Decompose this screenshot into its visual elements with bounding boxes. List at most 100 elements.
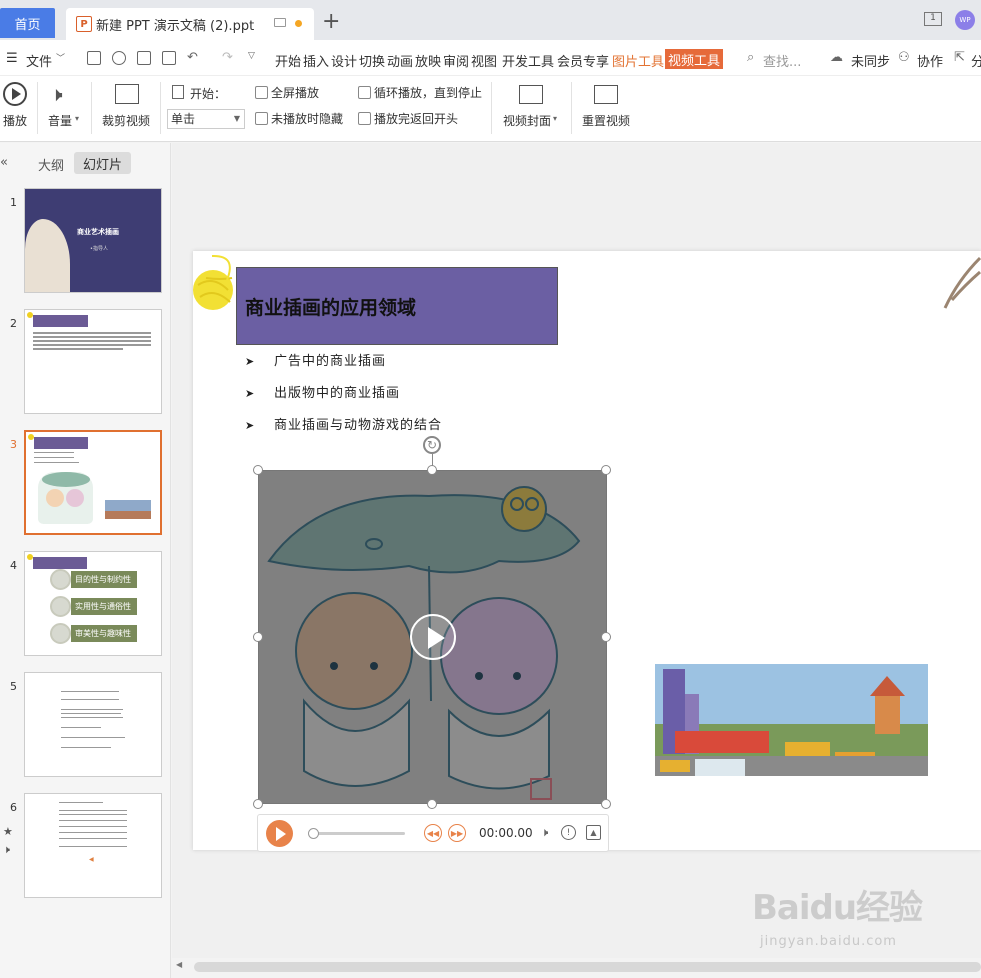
avatar[interactable]: WP (955, 10, 975, 30)
progress-track[interactable] (311, 832, 405, 835)
tab-outline[interactable]: 大纲 (38, 155, 64, 174)
resize-handle-n[interactable] (427, 465, 437, 475)
resize-handle-s[interactable] (427, 799, 437, 809)
menu-insert[interactable]: 插入 (303, 51, 329, 70)
slide-title-box[interactable]: 商业插画的应用领域 (236, 267, 558, 345)
rewind-label: 播放完返回开头 (374, 112, 459, 126)
volume-dropdown-icon[interactable]: ▾ (75, 114, 79, 123)
menu-start[interactable]: 开始 (275, 51, 301, 70)
audio-icon: 🕨 (3, 843, 10, 856)
text-line (59, 826, 127, 827)
bullet-item[interactable]: ➤ 商业插画与动物游戏的结合 (245, 414, 442, 433)
slide-number: 4 (10, 559, 17, 572)
play-icon[interactable] (3, 82, 27, 106)
menu-picture-tools[interactable]: 图片工具 (612, 51, 664, 70)
trim-video-button[interactable]: 裁剪视频 (102, 112, 150, 129)
user-add-icon[interactable]: ⚇ (898, 50, 910, 65)
slide-thumbnail-2[interactable] (24, 309, 162, 414)
menu-membership[interactable]: 会员专享 (557, 51, 609, 70)
video-play-overlay-icon[interactable] (410, 614, 456, 660)
cover-dropdown-icon[interactable]: ▾ (553, 114, 557, 123)
fullscreen-checkbox[interactable] (255, 86, 268, 99)
menu-video-tools[interactable]: 视频工具 (665, 49, 723, 69)
player-volume-icon[interactable]: 🕨 (537, 825, 552, 840)
menu-slideshow[interactable]: 放映 (415, 51, 441, 70)
progress-knob[interactable] (308, 828, 319, 839)
arrow-marker: ◀ (89, 856, 94, 863)
menu-design[interactable]: 设计 (331, 51, 357, 70)
info-icon[interactable]: ! (561, 825, 576, 840)
skip-forward-icon[interactable]: ▶▶ (448, 824, 466, 842)
search-icon[interactable]: ⌕ (747, 50, 754, 65)
volume-icon[interactable]: 🕨 (50, 82, 63, 106)
bullet-item[interactable]: ➤ 广告中的商业插画 (245, 350, 386, 369)
slide-thumbnail-4[interactable]: 目的性与制约性 实用性与通俗性 审美性与趣味性 (24, 551, 162, 656)
slide-thumbnail-3[interactable] (24, 430, 162, 535)
share-icon[interactable]: ⇱ (954, 50, 965, 65)
redo-icon[interactable]: ↷ (222, 50, 233, 65)
share-button[interactable]: 分 (971, 51, 981, 70)
text-line (59, 846, 127, 847)
resize-handle-nw[interactable] (253, 465, 263, 475)
player-play-button[interactable] (266, 820, 293, 847)
scroll-left-icon[interactable]: ◀ (176, 960, 182, 969)
text-line (59, 810, 127, 811)
hide-when-not-playing-checkbox[interactable] (255, 112, 268, 125)
start-trigger-select[interactable]: 单击 ▼ (167, 109, 245, 129)
resize-handle-se[interactable] (601, 799, 611, 809)
reset-video-icon[interactable] (594, 85, 618, 104)
tab-document[interactable]: P 新建 PPT 演示文稿 (2).ppt (66, 8, 314, 40)
format-painter-icon[interactable] (112, 51, 126, 65)
monitor-icon[interactable] (274, 18, 286, 27)
loop-checkbox[interactable] (358, 86, 371, 99)
skip-back-icon[interactable]: ◀◀ (424, 824, 442, 842)
collapse-panel-icon[interactable]: « (0, 155, 8, 170)
chevron-down-icon[interactable]: ﹀ (56, 51, 65, 64)
slide-thumbnail-6[interactable]: ◀ (24, 793, 162, 898)
menu-view[interactable]: 视图 (471, 51, 497, 70)
resize-handle-w[interactable] (253, 632, 263, 642)
hamburger-icon[interactable]: ☰ (6, 51, 18, 66)
resize-handle-ne[interactable] (601, 465, 611, 475)
reset-video-button[interactable]: 重置视频 (582, 112, 630, 129)
rewind-checkbox[interactable] (358, 112, 371, 125)
trim-video-icon[interactable] (115, 84, 139, 104)
text-line (33, 340, 151, 342)
ribbon-separator (37, 82, 38, 134)
play-button[interactable]: 播放 (3, 112, 27, 129)
print-preview-icon[interactable] (162, 51, 176, 65)
menu-developer[interactable]: 开发工具 (502, 51, 554, 70)
cloud-icon[interactable]: ☁ (830, 50, 843, 65)
thumb-title-bar (34, 437, 88, 449)
video-cover-icon[interactable] (519, 85, 543, 104)
slide-thumbnail-1[interactable]: 商业艺术插画 •指导人 (24, 188, 162, 293)
city-illustration[interactable] (655, 664, 928, 776)
tab-home[interactable]: 首页 (0, 8, 55, 38)
resize-handle-e[interactable] (601, 632, 611, 642)
save-icon[interactable] (87, 51, 101, 65)
quick-access-more-icon[interactable]: ▽ (248, 51, 255, 61)
menu-file[interactable]: 文件 (26, 51, 52, 70)
slide-thumbnail-5[interactable] (24, 672, 162, 777)
undo-icon[interactable]: ↶ (187, 50, 198, 65)
collaborate-button[interactable]: 协作 (917, 51, 943, 70)
thumb-title-bar (33, 315, 88, 327)
print-icon[interactable] (137, 51, 151, 65)
menu-transition[interactable]: 切换 (359, 51, 385, 70)
video-cover-button[interactable]: 视频封面 (503, 112, 551, 129)
volume-button[interactable]: 音量 (48, 112, 72, 129)
text-line (61, 727, 101, 728)
menu-animation[interactable]: 动画 (387, 51, 413, 70)
sync-status[interactable]: 未同步 (851, 51, 890, 70)
page-count-badge[interactable]: 1 (924, 12, 942, 26)
image-icon[interactable]: ▲ (586, 825, 601, 840)
search-input[interactable]: 查找... (763, 51, 801, 70)
menu-review[interactable]: 审阅 (443, 51, 469, 70)
scrollbar-thumb[interactable] (194, 962, 981, 972)
add-tab-button[interactable]: + (322, 9, 340, 34)
tab-slides[interactable]: 幻灯片 (74, 152, 131, 174)
bullet-item[interactable]: ➤ 出版物中的商业插画 (245, 382, 400, 401)
thumb4-item: 审美性与趣味性 (71, 625, 137, 642)
rotate-handle[interactable]: ↻ (423, 436, 441, 454)
resize-handle-sw[interactable] (253, 799, 263, 809)
